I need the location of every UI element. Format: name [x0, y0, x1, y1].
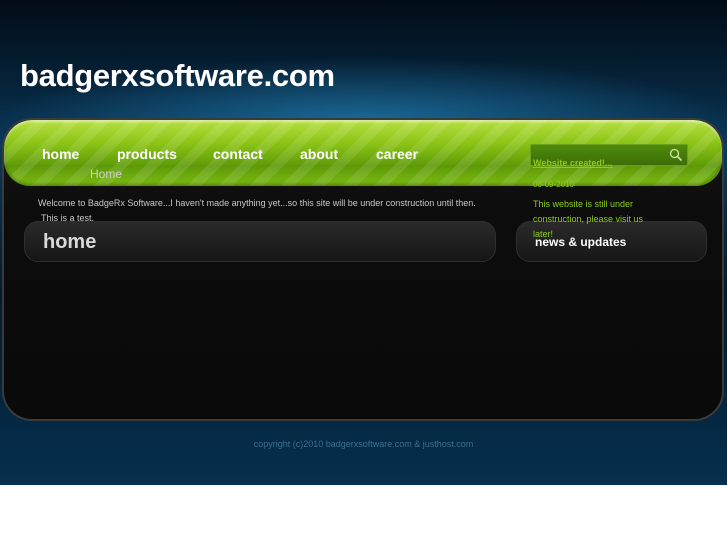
content-title-panel: home: [24, 221, 496, 262]
nav-item-about[interactable]: about: [300, 146, 338, 162]
news-headline-link[interactable]: Website created!...: [533, 158, 612, 168]
nav-item-home[interactable]: home: [42, 146, 79, 162]
news-date: 08-09-2010: [533, 180, 574, 189]
footer-copyright: copyright (c)2010 badgerxsoftware.com & …: [253, 439, 474, 449]
main-frame: home products contact about career home …: [2, 118, 724, 421]
site-title: badgerxsoftware.com: [20, 58, 335, 93]
nav-item-products[interactable]: products: [117, 146, 177, 162]
page-title: home: [43, 231, 97, 253]
content-body: Welcome to BadgeRx Software...I haven't …: [38, 196, 488, 226]
nav-item-contact[interactable]: contact: [213, 146, 263, 162]
content-heading: Home: [90, 167, 123, 181]
content-paragraph: Welcome to BadgeRx Software...I haven't …: [38, 198, 476, 208]
search-icon[interactable]: [669, 148, 683, 162]
content-paragraph: This is a test.: [41, 213, 95, 223]
nav-item-career[interactable]: career: [376, 146, 418, 162]
page-background: badgerxsoftware.com home products contac…: [0, 0, 727, 485]
news-text: This website is still under construction…: [533, 199, 644, 239]
